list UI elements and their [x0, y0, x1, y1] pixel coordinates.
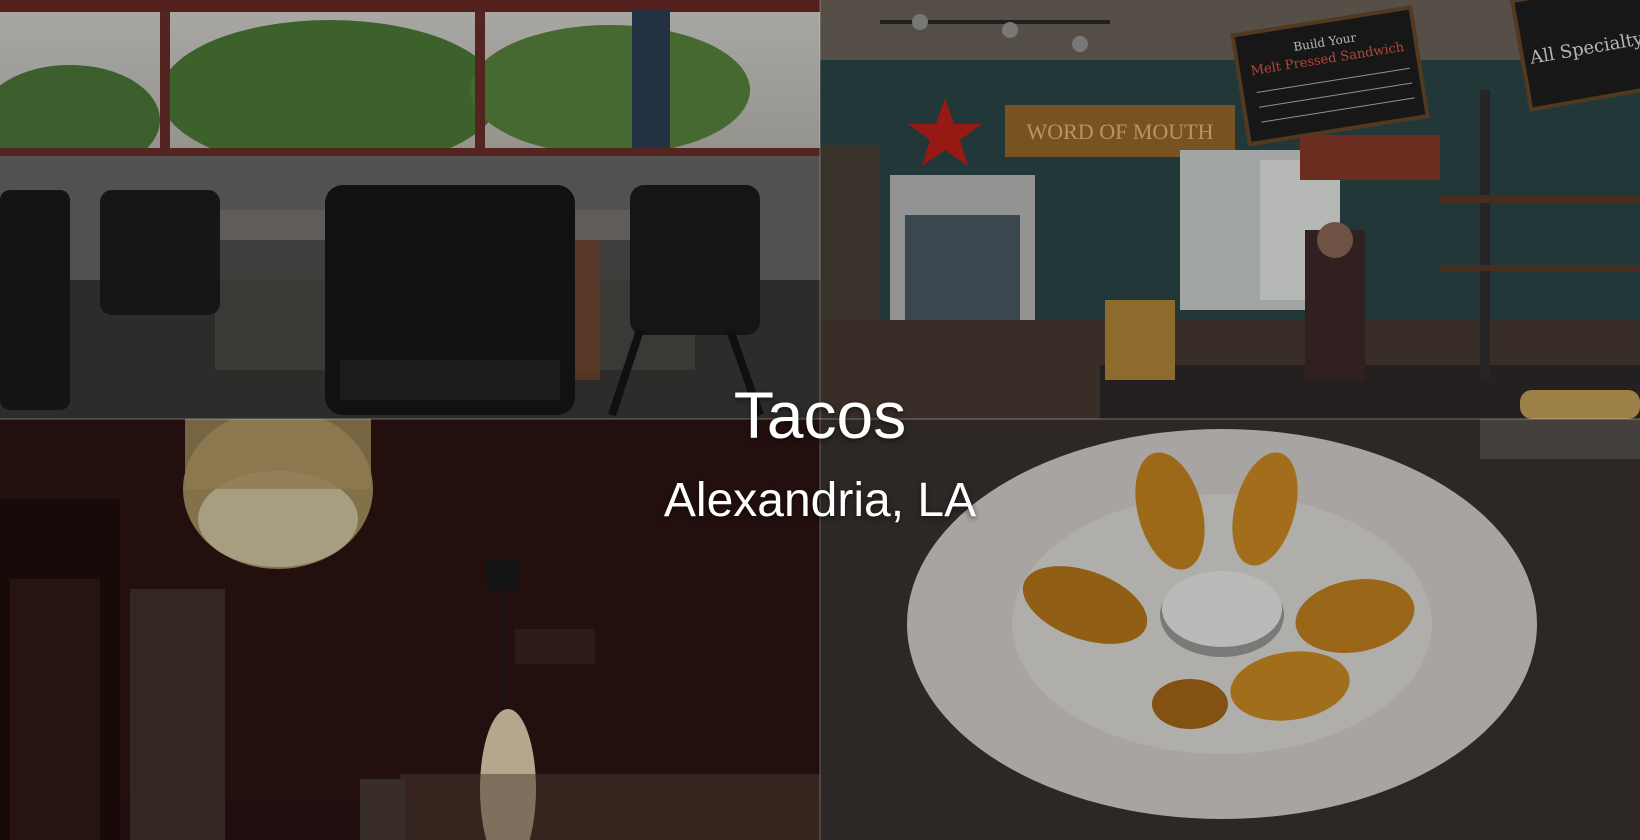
hero-banner: WORD OF MOUTH Build Your Melt Pressed Sa…	[0, 0, 1640, 840]
hero-title: Tacos	[733, 378, 907, 452]
hero-subtitle: Alexandria, LA	[663, 474, 977, 527]
